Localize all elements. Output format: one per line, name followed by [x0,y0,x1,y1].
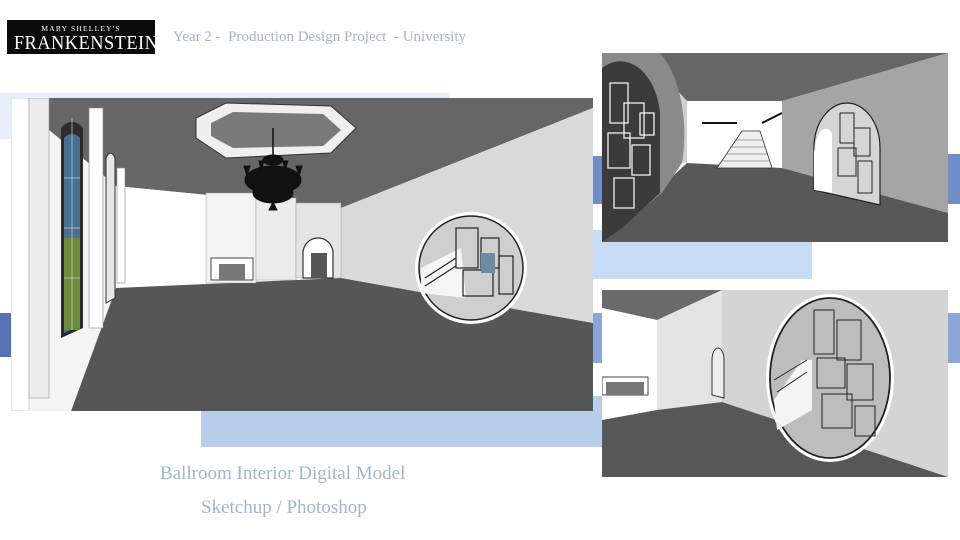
ballroom-main-render [11,98,593,411]
caption-title: Ballroom Interior Digital Model [160,463,406,484]
caption-tools: Sketchup / Photoshop [201,497,367,518]
band-right-upper [946,154,960,204]
round-archway-render [602,290,948,477]
frankenstein-logo: MARY SHELLEY'S FRANKENSTEIN [7,20,159,54]
logo-line-2: FRANKENSTEIN [13,32,159,54]
staircase-render [602,53,948,242]
project-subtitle: Year 2 - Production Design Project - Uni… [173,29,467,45]
band-right-lower [946,313,960,363]
